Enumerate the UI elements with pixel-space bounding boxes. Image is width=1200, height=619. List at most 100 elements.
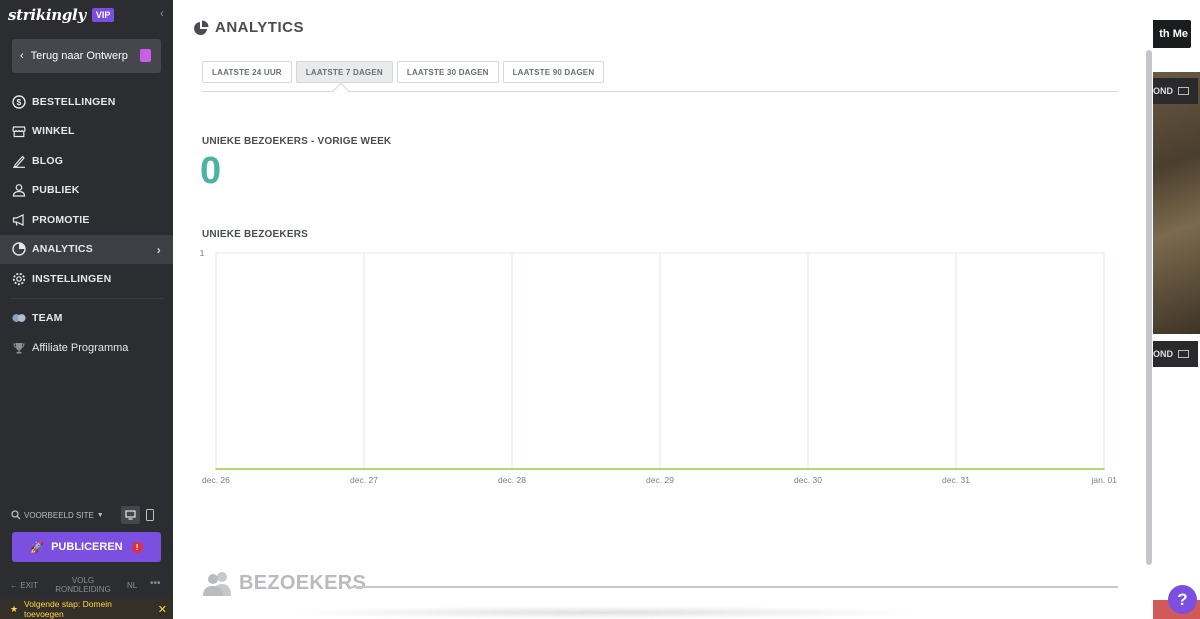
next-step-banner[interactable]: ★ Volgende stap: Domein toevoegen ✕ (0, 599, 173, 619)
sidebar-item-promotie[interactable]: PROMOTIE (0, 205, 173, 235)
desktop-view-button[interactable] (121, 506, 140, 524)
data-point (955, 468, 957, 470)
next-step-text: Volgende stap: Domein toevoegen (24, 599, 112, 619)
preview-cta-button[interactable]: th Me (1153, 20, 1191, 48)
svg-text:$: $ (17, 97, 22, 107)
exit-button[interactable]: ← EXIT (10, 581, 38, 590)
audience-icon (12, 183, 26, 197)
unique-visitors-last-week-value: 0 (200, 150, 222, 192)
help-button[interactable]: ? (1168, 585, 1197, 614)
pie-chart-icon (12, 242, 26, 256)
image-icon (1178, 87, 1189, 95)
active-tab-indicator (332, 82, 350, 100)
star-icon: ★ (10, 604, 19, 614)
data-point (215, 468, 217, 470)
sidebar-item-instellingen[interactable]: INSTELLINGEN (0, 264, 173, 294)
sidebar-nav: $ BESTELLINGEN WINKEL BLOG PUBLIEK PROMO… (0, 87, 173, 363)
sidebar-item-affiliate[interactable]: Affiliate Programma (0, 333, 173, 363)
sidebar-item-team[interactable]: TEAM (0, 304, 173, 334)
sidebar-item-label: ANALYTICS (32, 243, 93, 256)
sidebar-item-label: BESTELLINGEN (32, 95, 116, 108)
back-to-design-label: Terug naar Ontwerp (30, 50, 128, 62)
data-point (659, 468, 661, 470)
sidebar-item-label: INSTELLINGEN (32, 272, 112, 285)
data-point (511, 468, 513, 470)
x-tick-label: dec. 29 (646, 475, 674, 485)
brand-logo: strikingly (8, 6, 86, 24)
gear-icon (12, 272, 26, 286)
time-range-tabs: LAATSTE 24 UUR LAATSTE 7 DAGEN LAATSTE 3… (202, 61, 608, 83)
nav-divider (10, 297, 163, 299)
background-label: OND (1153, 86, 1173, 96)
language-selector[interactable]: NL (127, 581, 137, 590)
data-point (1103, 468, 1105, 470)
back-to-design-button[interactable]: ‹ Terug naar Ontwerp (12, 39, 161, 73)
visitors-section-heading: BEZOEKERS (203, 570, 366, 596)
x-tick-label: dec. 28 (498, 475, 526, 485)
sidebar-item-blog[interactable]: BLOG (0, 146, 173, 176)
background-edit-button[interactable]: OND (1153, 341, 1198, 367)
store-icon (12, 124, 26, 138)
x-tick-label: dec. 27 (350, 475, 378, 485)
background-edit-button[interactable]: OND (1153, 78, 1198, 104)
unique-visitors-chart-title: UNIEKE BEZOEKERS (202, 229, 308, 240)
more-icon[interactable]: ••• (150, 578, 161, 589)
x-tick-label: jan. 01 (1090, 475, 1117, 485)
chevron-right-icon: › (156, 242, 161, 257)
visitors-section-title: BEZOEKERS (239, 571, 367, 594)
rocket-icon: 🚀 (30, 541, 45, 554)
background-label: OND (1153, 349, 1173, 359)
data-point (363, 468, 365, 470)
mobile-view-button[interactable] (146, 509, 154, 521)
sidebar-item-label: TEAM (32, 312, 63, 325)
pie-chart-icon (194, 20, 209, 35)
vip-badge: VIP (91, 8, 115, 22)
sidebar-item-label: PUBLIEK (32, 184, 80, 197)
caret-down-icon: ▼ (96, 511, 104, 519)
close-icon[interactable]: ✕ (158, 603, 167, 616)
sidebar-item-analytics[interactable]: ANALYTICS › (0, 234, 173, 264)
tab-last-7-days[interactable]: LAATSTE 7 DAGEN (295, 61, 393, 83)
preview-site-label: VOORBEELD SITE (24, 510, 94, 520)
x-tick-label: dec. 30 (794, 475, 822, 485)
collapse-sidebar-icon[interactable]: ‹ (160, 6, 164, 20)
sidebar-item-label: PROMOTIE (32, 213, 90, 226)
sidebar-item-label: Affiliate Programma (32, 341, 129, 354)
trophy-icon (12, 341, 26, 355)
publish-button[interactable]: 🚀 PUBLICEREN ! (12, 532, 161, 562)
brand[interactable]: strikingly VIP (8, 5, 115, 25)
page-title-text: ANALYTICS (215, 19, 304, 36)
sidebar-item-publiek[interactable]: PUBLIEK (0, 176, 173, 206)
desktop-icon (125, 510, 136, 520)
sidebar-item-label: BLOG (32, 154, 64, 167)
analytics-panel: ANALYTICS LAATSTE 24 UUR LAATSTE 7 DAGEN… (173, 0, 1153, 619)
x-tick-label: dec. 26 (202, 475, 230, 485)
image-icon (1178, 350, 1189, 358)
tab-last-30-days[interactable]: LAATSTE 30 DAGEN (396, 61, 499, 83)
sidebar-item-bestellingen[interactable]: $ BESTELLINGEN (0, 87, 173, 117)
follow-tour-button[interactable]: VOLG RONDLEIDING (50, 576, 116, 594)
sidebar-item-label: WINKEL (32, 125, 75, 138)
chevron-left-icon: ‹ (20, 50, 24, 62)
y-tick-label: 1 (200, 248, 205, 258)
panel-scrollbar[interactable] (1146, 50, 1152, 565)
data-point (807, 468, 809, 470)
preview-background-image (1153, 72, 1200, 334)
page-title: ANALYTICS (193, 19, 304, 36)
megaphone-icon (12, 213, 26, 227)
search-icon (11, 510, 21, 520)
sidebar-item-winkel[interactable]: WINKEL (0, 117, 173, 147)
page-icon (140, 49, 151, 62)
publish-label: PUBLICEREN (51, 541, 123, 553)
team-icon (12, 311, 26, 325)
alert-badge: ! (131, 541, 143, 553)
visitors-section-divider (351, 586, 1118, 588)
users-icon (203, 572, 231, 596)
unique-visitors-last-week-label: UNIEKE BEZOEKERS - VORIGE WEEK (202, 136, 392, 147)
tab-last-24-hours[interactable]: LAATSTE 24 UUR (202, 61, 292, 83)
unique-visitors-chart: 1 dec. 26 dec. 27 dec. 28 dec. 29 dec. 30 dec.… (200, 248, 1118, 485)
x-tick-label: dec. 31 (942, 475, 970, 485)
exit-label: EXIT (20, 581, 39, 590)
sidebar-footer: ← EXIT VOLG RONDLEIDING NL ••• (0, 575, 173, 597)
tab-last-90-days[interactable]: LAATSTE 90 DAGEN (502, 61, 605, 83)
